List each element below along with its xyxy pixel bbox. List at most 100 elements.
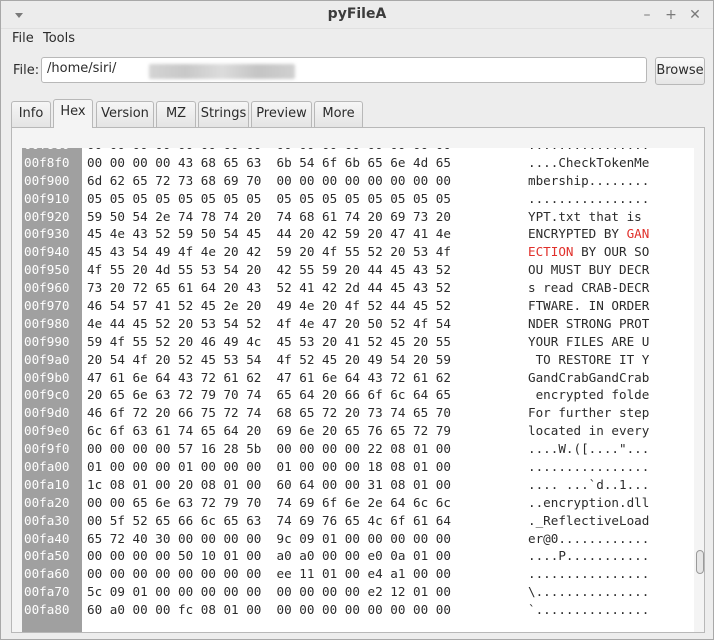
hex-row: 00fa40 65 72 40 30 00 00 00 00 9c 09 01 0… <box>22 530 694 548</box>
ascii-text: ................ <box>528 148 649 152</box>
ascii-text: ....P........... <box>528 548 650 564</box>
row-hex-bytes: 60 a0 00 00 fc 08 01 00 00 00 00 00 00 0… <box>87 602 451 618</box>
tab-info[interactable]: Info <box>11 101 51 127</box>
row-ascii: ................ <box>528 458 649 476</box>
ascii-text: .... ...`d..1... <box>528 476 650 492</box>
row-offset: 00f8f0 <box>24 154 70 170</box>
row-ascii: GandCrabGandCrab <box>528 369 649 387</box>
row-ascii: ECTION BY OUR SO <box>528 243 649 261</box>
hex-row: 00f9c0 20 65 6e 63 72 79 70 74 65 64 20 6… <box>22 386 694 404</box>
tab-mz[interactable]: MZ <box>156 101 196 127</box>
tab-preview[interactable]: Preview <box>251 101 312 127</box>
row-ascii: TO RESTORE IT Y <box>528 351 650 369</box>
file-path-text: /home/siri/ <box>47 61 117 76</box>
ascii-text: `............... <box>528 602 650 618</box>
ascii-text: located in every <box>528 423 650 439</box>
row-ascii: ....W.([...."... <box>528 440 649 458</box>
hex-row: 00fa30 00 5f 52 65 66 6c 65 63 74 69 76 6… <box>22 512 694 530</box>
row-hex-bytes: 45 43 54 49 4f 4e 20 42 59 20 4f 55 52 2… <box>87 244 451 260</box>
hex-row: 00fa00 01 00 00 00 01 00 00 00 01 00 00 0… <box>22 458 694 476</box>
hex-row: 00fa60 00 00 00 00 00 00 00 00 ee 11 01 0… <box>22 565 694 583</box>
row-hex-bytes: 6c 6f 63 61 74 65 64 20 69 6e 20 65 76 6… <box>87 423 451 439</box>
ascii-text: YOUR FILES ARE U <box>528 333 650 349</box>
row-hex-bytes: 6d 62 65 72 73 68 69 70 00 00 00 00 00 0… <box>87 172 451 188</box>
row-offset: 00fa20 <box>24 494 70 510</box>
row-offset: 00f970 <box>24 298 70 314</box>
ascii-text: TO RESTORE IT Y <box>528 351 650 367</box>
row-hex-bytes: 05 05 05 05 05 05 05 05 05 05 05 05 05 0… <box>87 190 451 206</box>
tab-version[interactable]: Version <box>96 101 154 127</box>
row-ascii: ENCRYPTED BY GAN <box>528 225 649 243</box>
row-offset: 00f910 <box>24 190 70 206</box>
ascii-text: NDER STRONG PROT <box>528 315 650 331</box>
row-ascii: ._ReflectiveLoad <box>528 512 649 530</box>
row-offset: 00fa40 <box>24 530 70 546</box>
title-bar[interactable]: pyFileA – + ✕ <box>1 1 713 29</box>
close-button[interactable]: ✕ <box>685 5 705 25</box>
row-ascii: ................ <box>528 565 649 583</box>
ascii-text: GandCrabGandCrab <box>528 369 650 385</box>
ascii-text: ....W.([...."... <box>528 441 650 457</box>
hex-view[interactable]: 00f8e000 00 00 00 00 00 00 00 00 00 00 0… <box>22 148 694 632</box>
hex-row: 00f960 73 20 72 65 61 64 20 43 52 41 42 2… <box>22 279 694 297</box>
row-ascii: ....CheckTokenMe <box>528 154 649 172</box>
row-hex-bytes: 00 5f 52 65 66 6c 65 63 74 69 76 65 4c 6… <box>87 512 451 528</box>
tab-more[interactable]: More <box>314 101 363 127</box>
row-ascii: OU MUST BUY DECR <box>528 261 649 279</box>
maximize-button[interactable]: + <box>661 5 681 25</box>
ascii-text: ._ReflectiveLoad <box>528 512 650 528</box>
file-path-input[interactable]: /home/siri/ <box>41 57 647 83</box>
row-hex-bytes: 00 00 00 00 50 10 01 00 a0 a0 00 00 e0 0… <box>87 548 451 564</box>
hex-pane: 00f8e000 00 00 00 00 00 00 00 00 00 00 0… <box>11 127 705 633</box>
hex-row: 00fa10 1c 08 01 00 20 08 01 00 60 64 00 0… <box>22 476 694 494</box>
hex-row: 00f9f0 00 00 00 00 57 16 28 5b 00 00 00 0… <box>22 440 694 458</box>
scrollbar-thumb[interactable] <box>696 550 704 574</box>
file-label: File: <box>13 63 40 78</box>
row-ascii: encrypted folde <box>528 386 650 404</box>
vertical-scrollbar[interactable] <box>696 148 704 632</box>
ascii-text: ....CheckTokenMe <box>528 154 650 170</box>
minimize-button[interactable]: – <box>637 5 657 25</box>
row-hex-bytes: 65 72 40 30 00 00 00 00 9c 09 01 00 00 0… <box>87 530 451 546</box>
row-hex-bytes: 47 61 6e 64 43 72 61 62 47 61 6e 64 43 7… <box>87 369 451 385</box>
hex-row: 00f910 05 05 05 05 05 05 05 05 05 05 05 0… <box>22 190 694 208</box>
row-offset: 00f940 <box>24 244 70 260</box>
row-ascii: YOUR FILES ARE U <box>528 333 649 351</box>
row-ascii: \............... <box>528 583 649 601</box>
row-ascii: YPT.txt that is <box>528 208 649 226</box>
ascii-text: mbership........ <box>528 172 650 188</box>
row-hex-bytes: 4e 44 45 52 20 53 54 52 4f 4e 47 20 50 5… <box>87 315 451 331</box>
hex-row: 00f990 59 4f 55 52 20 46 49 4c 45 53 20 4… <box>22 333 694 351</box>
row-hex-bytes: 01 00 00 00 01 00 00 00 01 00 00 00 18 0… <box>87 459 451 475</box>
row-ascii: ..encryption.dll <box>528 494 649 512</box>
tab-strings[interactable]: Strings <box>198 101 249 127</box>
ascii-highlight: ECTION <box>528 244 574 260</box>
row-ascii: ................ <box>528 190 649 208</box>
row-offset: 00f920 <box>24 208 70 224</box>
ascii-text: er@0............ <box>528 530 650 546</box>
hex-row: 00fa70 5c 09 01 00 00 00 00 00 00 00 00 0… <box>22 583 694 601</box>
row-ascii: s read CRAB-DECR <box>528 279 649 297</box>
row-hex-bytes: 59 4f 55 52 20 46 49 4c 45 53 20 41 52 4… <box>87 333 451 349</box>
ascii-text: YPT.txt that is <box>528 208 650 224</box>
menu-tools[interactable]: Tools <box>43 31 75 46</box>
row-offset: 00f9b0 <box>24 369 70 385</box>
app-window: pyFileA – + ✕ File Tools File: /home/sir… <box>0 0 714 640</box>
ascii-highlight: GAN <box>626 226 650 242</box>
tab-hex[interactable]: Hex <box>53 99 93 128</box>
ascii-text: ENCRYPTED BY <box>528 226 627 242</box>
ascii-text: FTWARE. IN ORDER <box>528 298 650 314</box>
row-hex-bytes: 46 6f 72 20 66 75 72 74 68 65 72 20 73 7… <box>87 405 451 421</box>
browse-button[interactable]: Browse <box>655 57 705 85</box>
row-hex-bytes: 1c 08 01 00 20 08 01 00 60 64 00 00 31 0… <box>87 476 451 492</box>
row-hex-bytes: 45 4e 43 52 59 50 54 45 44 20 42 59 20 4… <box>87 226 451 242</box>
file-row: File: /home/siri/ Browse <box>1 57 713 85</box>
row-ascii: .... ...`d..1... <box>528 476 649 494</box>
row-hex-bytes: 59 50 54 2e 74 78 74 20 74 68 61 74 20 6… <box>87 208 451 224</box>
row-offset: 00f930 <box>24 226 70 242</box>
hex-row: 00f970 46 54 57 41 52 45 2e 20 49 4e 20 4… <box>22 297 694 315</box>
row-offset: 00f9f0 <box>24 441 70 457</box>
menu-file[interactable]: File <box>12 31 34 46</box>
hex-rows: 00f8e000 00 00 00 00 00 00 00 00 00 00 0… <box>22 148 694 619</box>
ascii-text: \............... <box>528 584 650 600</box>
